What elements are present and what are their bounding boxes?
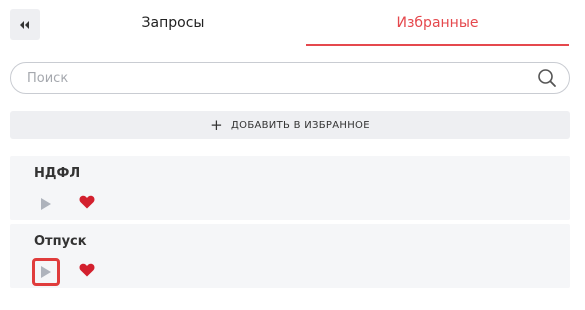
heart-icon[interactable] [76, 191, 98, 213]
favorite-item-title: НДФЛ [34, 166, 81, 181]
favorites-panel: Запросы Избранные + ДОБАВИТЬ В ИЗБРАННОЕ… [0, 0, 585, 310]
tab-requests[interactable]: Запросы [42, 0, 304, 46]
play-button[interactable] [32, 258, 60, 286]
heart-icon[interactable] [76, 259, 98, 281]
tab-requests-label: Запросы [141, 15, 205, 31]
active-tab-indicator [306, 44, 569, 46]
add-to-favorites-button[interactable]: + ДОБАВИТЬ В ИЗБРАННОЕ [10, 111, 570, 139]
search-box [10, 62, 570, 94]
collapse-panel-button[interactable] [10, 9, 40, 40]
add-to-favorites-label: ДОБАВИТЬ В ИЗБРАННОЕ [231, 119, 370, 131]
search-input[interactable] [27, 70, 537, 86]
play-icon [41, 266, 51, 278]
tab-favorites-label: Избранные [396, 15, 479, 31]
play-icon [41, 198, 51, 210]
favorite-item-title: Отпуск [34, 234, 87, 249]
double-chevron-left-icon [20, 20, 29, 29]
favorite-item: НДФЛ [10, 156, 570, 220]
plus-icon: + [210, 115, 224, 134]
tab-favorites[interactable]: Избранные [306, 0, 569, 46]
favorite-item: Отпуск [10, 224, 570, 288]
search-icon[interactable] [537, 68, 557, 88]
play-button[interactable] [32, 190, 60, 218]
